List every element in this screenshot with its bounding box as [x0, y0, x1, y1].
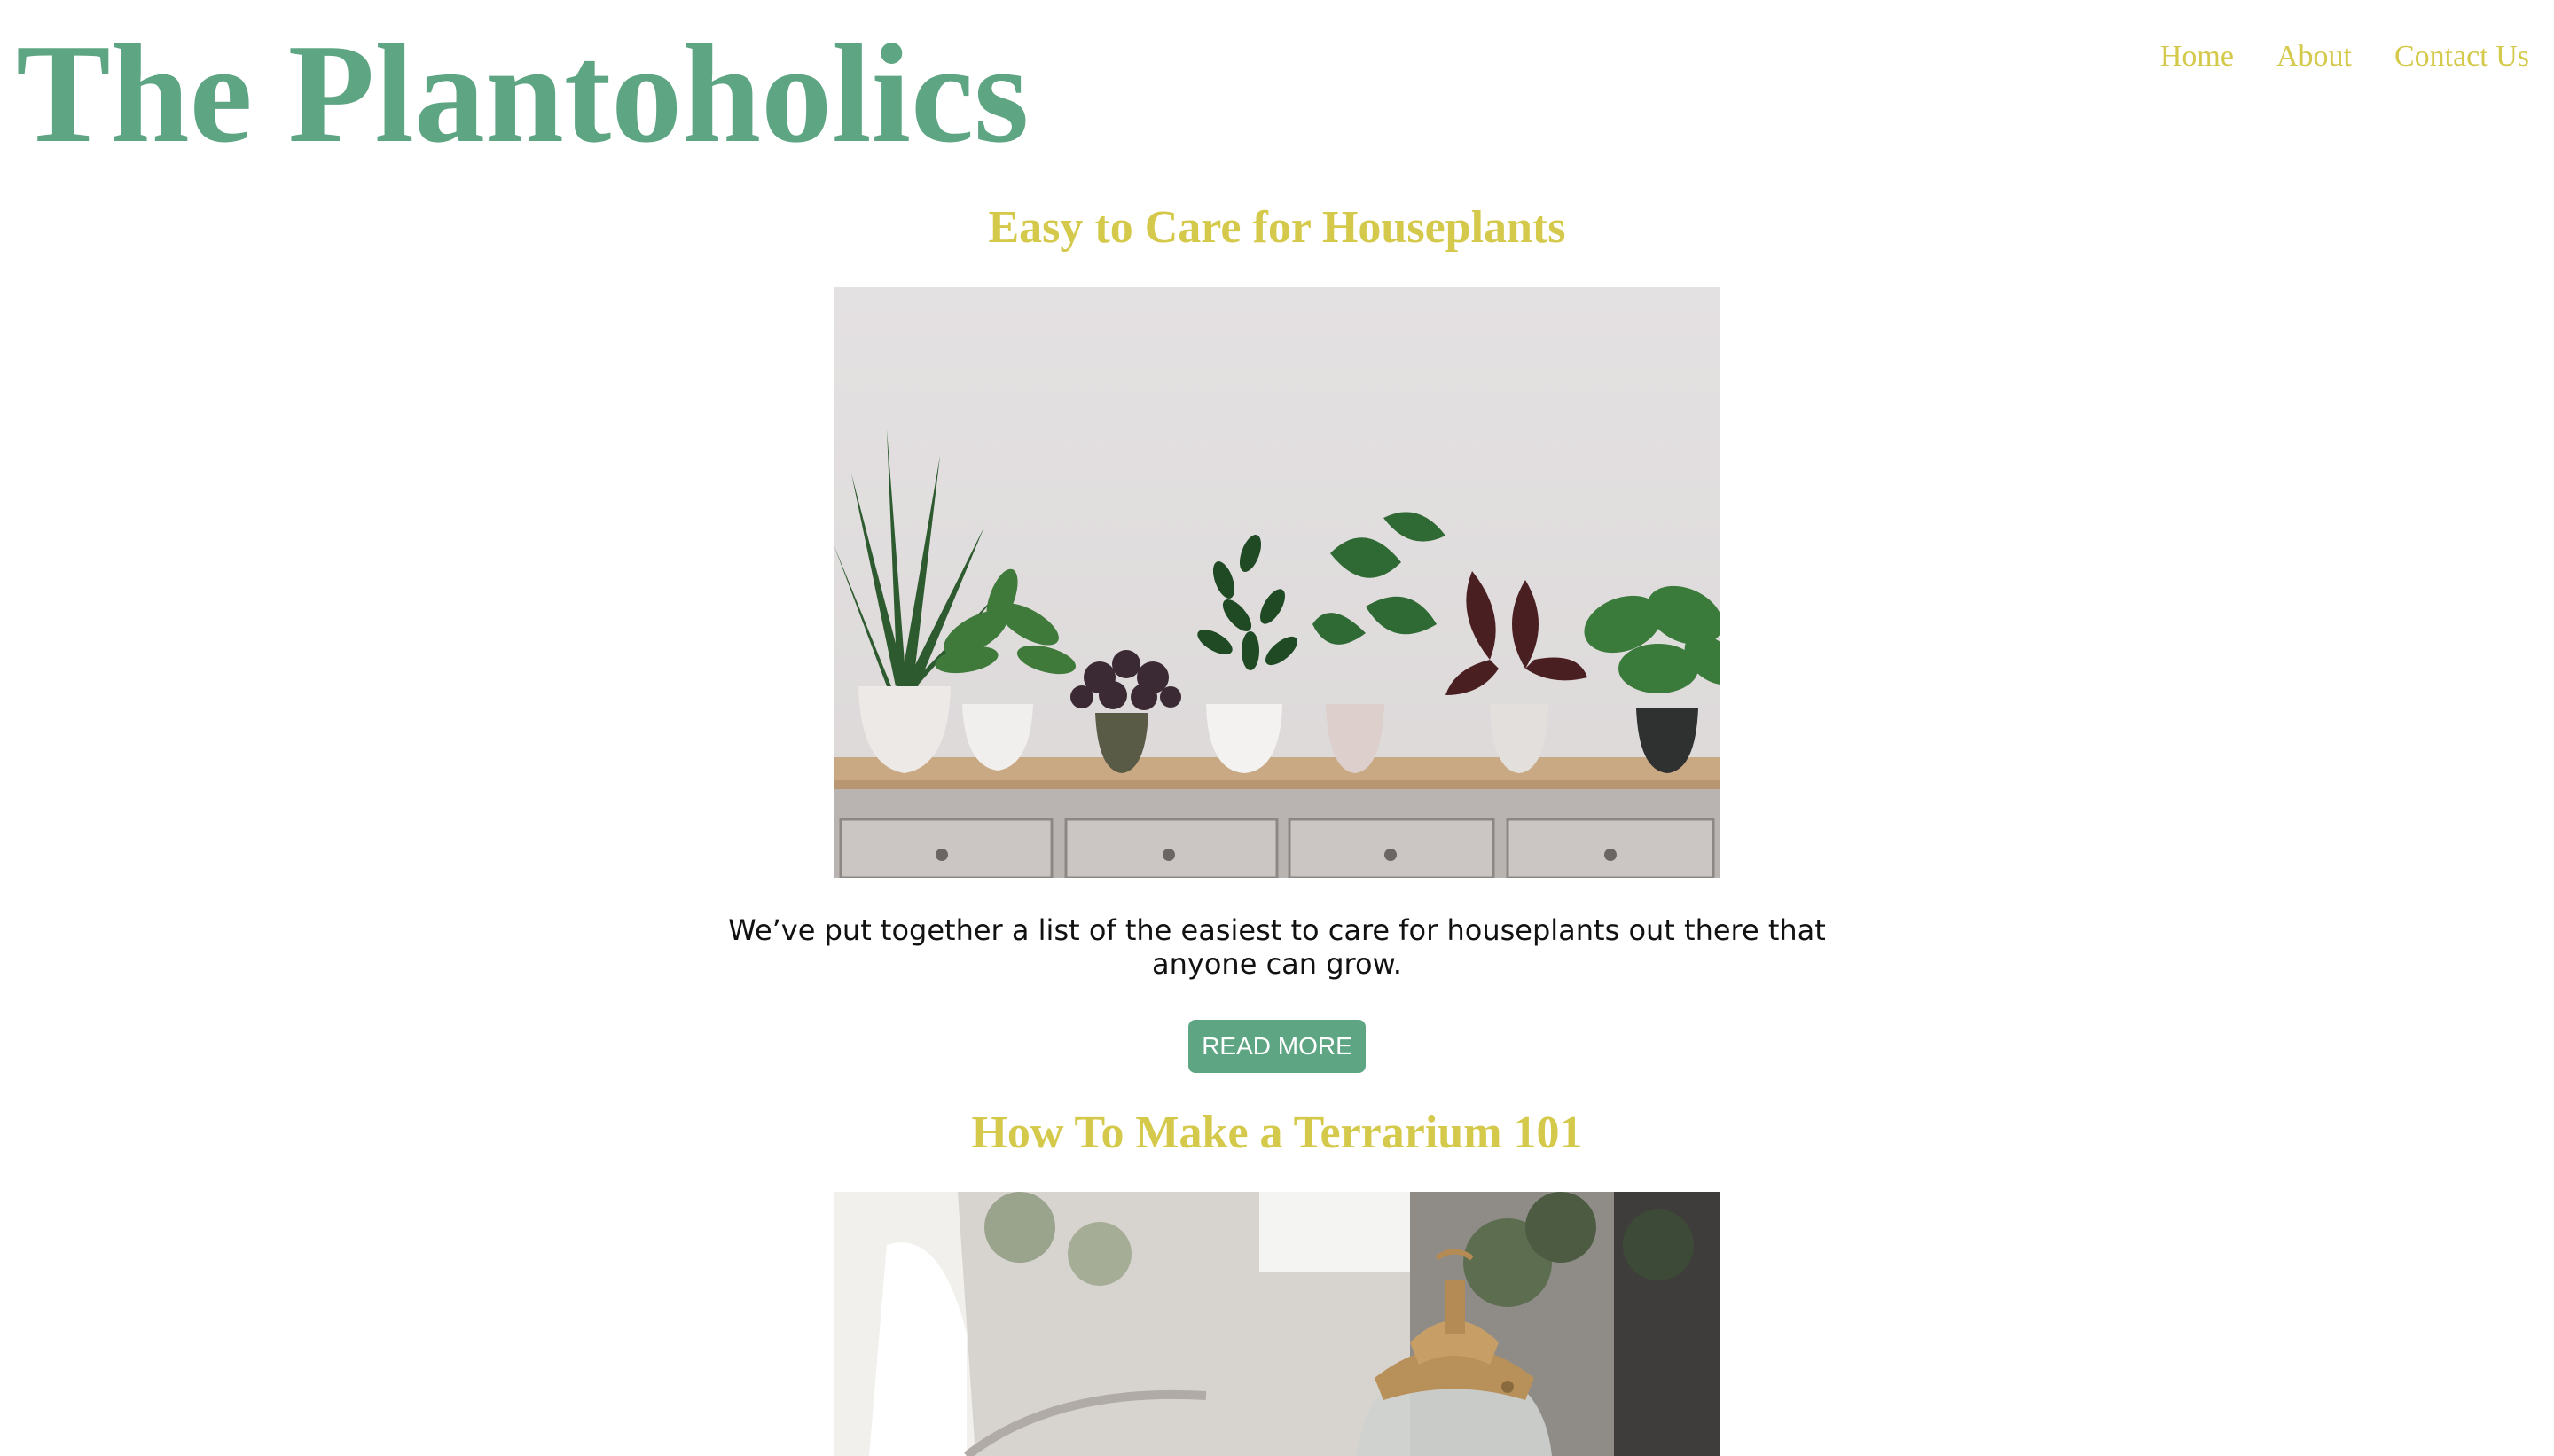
site-title: The Plantoholics [16, 14, 1030, 172]
post-excerpt: We’ve put together a list of the easiest… [728, 913, 1826, 981]
read-more-button[interactable]: READ MORE [1188, 1020, 1366, 1073]
post-title[interactable]: Easy to Care for Houseplants [0, 197, 2554, 259]
post-image-terrarium[interactable] [834, 1192, 1720, 1456]
post-image-houseplants[interactable] [834, 287, 1720, 878]
nav-link-contact-us[interactable]: Contact Us [2394, 35, 2529, 78]
nav-link-about[interactable]: About [2276, 35, 2352, 78]
post-title[interactable]: How To Make a Terrarium 101 [0, 1102, 2554, 1164]
main-nav: Home About Contact Us [2160, 35, 2529, 78]
nav-link-home[interactable]: Home [2160, 35, 2234, 78]
